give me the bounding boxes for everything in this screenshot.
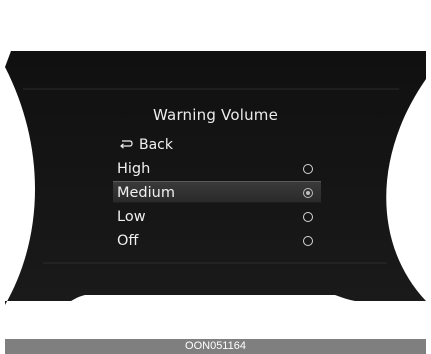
figure-caption: OON051164 [5,339,426,354]
menu-title: Warning Volume [152,106,279,124]
radio-unselected-icon [303,236,313,246]
back-button[interactable]: Back [119,135,173,155]
radio-unselected-icon [303,164,313,174]
option-label: High [117,161,151,177]
option-low[interactable]: Low [117,206,317,228]
cluster-display-frame: Warning Volume Back High Medium Low Off [5,5,426,345]
return-arrow-icon [119,135,133,155]
radio-unselected-icon [303,212,313,222]
option-label: Off [117,233,139,249]
option-label: Low [117,209,146,225]
option-off[interactable]: Off [117,230,317,252]
option-high[interactable]: High [117,158,317,180]
option-medium[interactable]: Medium [113,181,321,203]
back-label: Back [139,137,173,153]
option-label: Medium [117,185,175,201]
radio-selected-icon [303,188,313,198]
